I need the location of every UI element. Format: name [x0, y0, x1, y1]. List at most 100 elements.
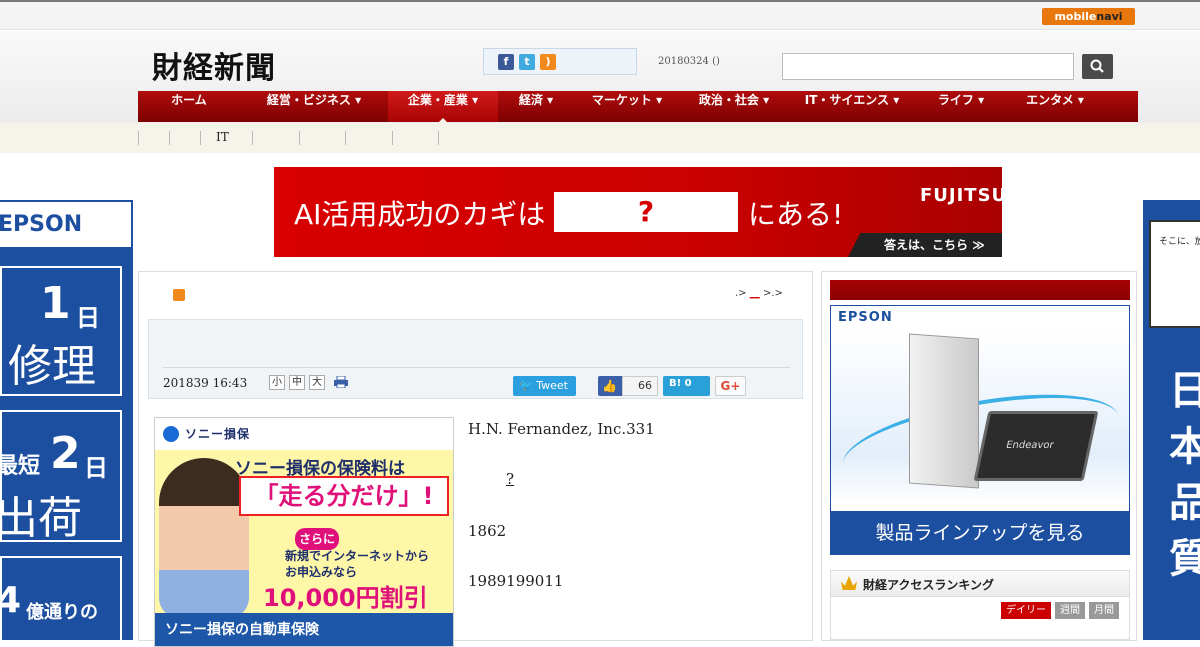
nav-item-economy[interactable]: 経済 ▾ — [498, 91, 574, 122]
epson-sidebar-ad[interactable]: EPSON Endeavor 製品ラインアップを見る — [830, 305, 1130, 555]
search-input[interactable] — [782, 53, 1074, 80]
thumbs-up-icon: 👍 — [602, 379, 617, 393]
ad-box-shipping-unit: 日 — [84, 454, 108, 482]
fujitsu-banner-ad[interactable]: AI活用成功のカギは ? にある! FUJITSU 答えは、こちら ≫ — [274, 167, 1002, 257]
ranking-title: 財経アクセスランキング — [863, 578, 995, 592]
breadcrumb-part: >.> — [762, 288, 783, 299]
rss-icon[interactable]: ) — [540, 54, 556, 70]
sony-ad-badge: さらに — [295, 528, 339, 550]
sony-ad-line4a: 新規でインターネットから — [285, 549, 430, 563]
article-paragraph: 1989199011 — [468, 572, 564, 590]
sony-logo: ソニー損保 — [163, 424, 253, 444]
epson-cta[interactable]: 製品ラインアップを見る — [831, 511, 1129, 555]
ad-box-shipping-number: 2 — [50, 428, 81, 479]
article-link[interactable]: ? — [506, 470, 514, 488]
twitter-icon[interactable]: t — [519, 54, 535, 70]
tweet-label: Tweet — [536, 379, 568, 392]
banner-cta[interactable]: 答えは、こちら ≫ — [848, 233, 1002, 257]
breadcrumb: .> __ >.> — [735, 288, 783, 299]
ad-box-shipping-prefix: 最短 — [0, 454, 41, 479]
search-button[interactable] — [1082, 54, 1113, 79]
mobilenavi-label-a: mobile — [1054, 10, 1097, 23]
sony-ad-line4b: お申込みなら — [285, 565, 358, 579]
sony-ad-line4: 新規でインターネットから お申込みなら — [285, 548, 429, 580]
font-size-small-button[interactable]: 小 — [269, 375, 285, 390]
subnav-divider — [138, 131, 139, 145]
nav-item-industry[interactable]: 企業・産業 ▾ — [388, 91, 498, 123]
subnav-divider — [299, 131, 300, 145]
right-ad-char-1: 日 — [1169, 368, 1200, 414]
header-date: 20180324 () — [658, 56, 720, 67]
hatena-bookmark-button[interactable]: B! 0 — [663, 376, 710, 396]
ranking-tab-weekly[interactable]: 週間 — [1055, 602, 1085, 619]
mobilenavi-link[interactable]: mobilenavi — [1042, 8, 1135, 25]
ranking-tab-daily[interactable]: デイリー — [1001, 602, 1051, 619]
epson-logo: EPSON — [838, 310, 893, 325]
main-nav: ホーム 経営・ビジネス ▾ 企業・産業 ▾ 経済 ▾ マーケット ▾ 政治・社会… — [138, 91, 1138, 123]
banner-question-box: ? — [554, 192, 738, 232]
sub-nav: IT — [0, 123, 1200, 153]
epson-right-ad[interactable]: そこに、放 日 本 品 質 — [1143, 200, 1200, 640]
nav-item-life[interactable]: ライフ ▾ — [916, 91, 1006, 122]
print-icon[interactable] — [333, 376, 349, 388]
right-ad-bubble-text: そこに、放 — [1159, 237, 1200, 247]
ranking-header: 財経アクセスランキング — [831, 571, 1129, 597]
ad-box-repair-text: 修理 — [8, 341, 96, 392]
sony-ad-line2: 「走る分だけ」! — [239, 476, 449, 516]
mobilenavi-label-b: navi — [1096, 10, 1123, 23]
site-logo[interactable]: 財経新聞 — [152, 43, 276, 87]
subnav-item-it[interactable]: IT — [216, 130, 229, 144]
right-ad-char-3: 品 — [1169, 480, 1200, 526]
ad-box-variations-text: 億通りの — [26, 602, 98, 623]
top-strip — [0, 0, 1200, 30]
google-plus-button[interactable]: G+ — [715, 376, 746, 396]
fujitsu-logo: FUJITSU — [920, 185, 1002, 206]
banner-text-right: にある! — [748, 198, 844, 231]
right-ad-char-4: 質 — [1169, 536, 1200, 582]
font-size-medium-button[interactable]: 中 — [289, 375, 305, 390]
search-icon — [1090, 59, 1104, 73]
twitter-bird-icon: 🐦 — [519, 379, 533, 392]
ad-box-variations-number: 4 — [0, 580, 22, 621]
subnav-divider — [169, 131, 170, 145]
ranking-tab-monthly[interactable]: 月間 — [1089, 602, 1119, 619]
subnav-divider — [438, 131, 439, 145]
breadcrumb-link[interactable]: __ — [750, 288, 760, 299]
nav-item-market[interactable]: マーケット ▾ — [574, 91, 680, 122]
subnav-divider — [252, 131, 253, 145]
laptop-brand-label: Endeavor — [1004, 440, 1055, 451]
font-size-large-button[interactable]: 大 — [309, 375, 325, 390]
tweet-button[interactable]: 🐦 Tweet — [513, 376, 576, 396]
sony-insurance-ad[interactable]: ソニー損保 ソニー損保の保険料は 「走る分だけ」! さらに 新規でインターネット… — [154, 417, 454, 647]
spokesperson-image — [159, 458, 249, 618]
nav-item-home[interactable]: ホーム — [138, 91, 240, 122]
breadcrumb-part: .> — [735, 288, 747, 299]
crown-icon — [841, 576, 857, 590]
nav-item-politics[interactable]: 政治・社会 ▾ — [680, 91, 788, 122]
desktop-pc-image — [909, 333, 979, 489]
ad-box-repair-unit: 日 — [76, 304, 100, 332]
nav-item-business[interactable]: 経営・ビジネス ▾ — [240, 91, 388, 122]
ad-box-repair-number: 1 — [40, 278, 71, 329]
social-links: f t ) — [483, 48, 637, 75]
subnav-divider — [345, 131, 346, 145]
banner-text-left: AI活用成功のカギは — [294, 198, 546, 231]
sony-ad-footer: ソニー損保の自動車保険 — [155, 613, 453, 646]
rss-icon[interactable] — [173, 289, 185, 301]
epson-logo: EPSON — [0, 202, 131, 247]
sidebar-header-bar — [830, 280, 1130, 300]
right-ad-bubble: そこに、放 — [1149, 220, 1200, 328]
epson-left-ad[interactable]: EPSON 1 日 修理 最短 2 日 出荷 4 億通りの — [0, 200, 133, 646]
nav-item-it-science[interactable]: IT・サイエンス ▾ — [788, 91, 916, 122]
facebook-like-button[interactable]: 👍 66 — [598, 376, 658, 396]
laptop-image: Endeavor — [973, 411, 1099, 481]
right-ad-char-2: 本 — [1169, 424, 1200, 470]
ad-box-shipping: 最短 2 日 出荷 — [0, 410, 122, 544]
facebook-icon[interactable]: f — [498, 54, 514, 70]
sony-ad-discount: 10,000円割引 — [263, 584, 428, 612]
nav-item-entertainment[interactable]: エンタメ ▾ — [1006, 91, 1104, 122]
title-divider — [163, 367, 790, 368]
like-count: 66 — [622, 376, 658, 396]
subnav-divider — [200, 131, 201, 145]
article-paragraph: 1862 — [468, 522, 507, 540]
